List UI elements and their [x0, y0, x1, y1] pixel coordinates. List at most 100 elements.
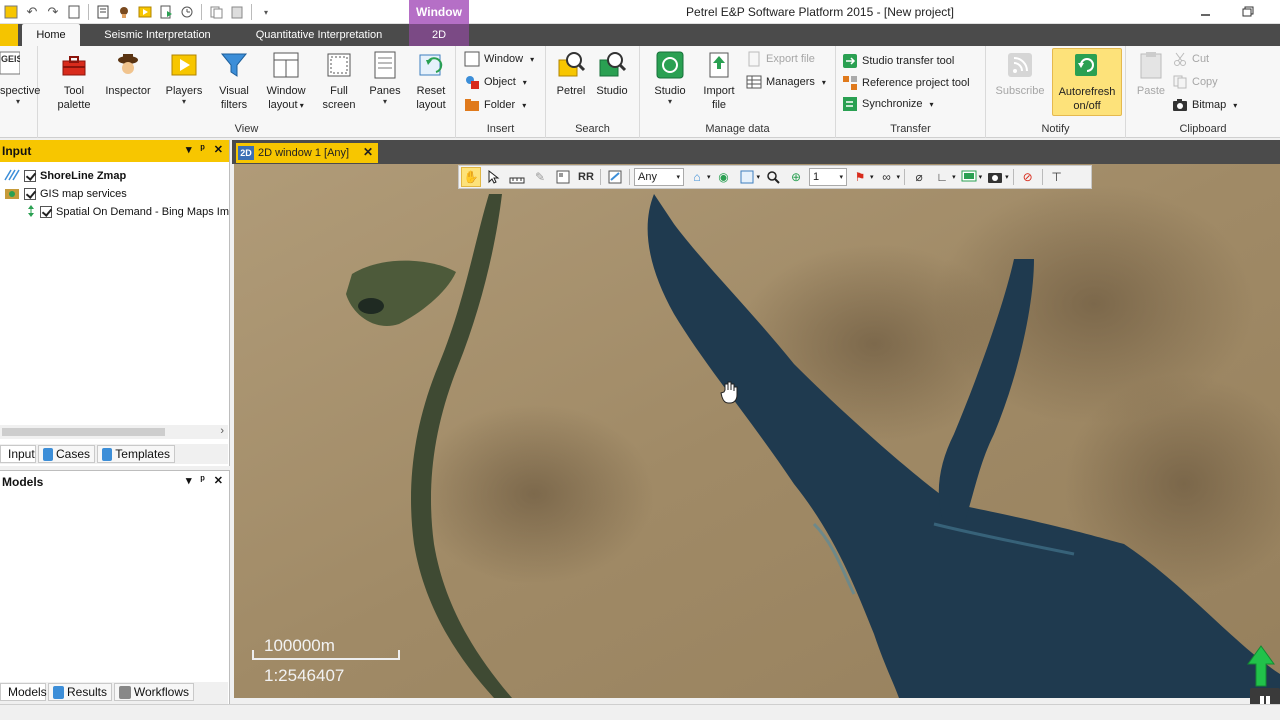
- copy-icon[interactable]: [207, 3, 225, 21]
- properties-icon[interactable]: [605, 167, 625, 187]
- home-view-icon[interactable]: ⌂: [687, 167, 707, 187]
- search-petrel-button[interactable]: Petrel: [552, 50, 590, 98]
- pin-icon[interactable]: ᵖ: [200, 143, 204, 156]
- inspector-icon[interactable]: [115, 3, 133, 21]
- tab-home[interactable]: Home: [22, 24, 80, 46]
- redo-icon[interactable]: ↷: [44, 3, 62, 21]
- close-tab-icon[interactable]: ✕: [363, 145, 373, 159]
- visibility-checkbox[interactable]: [24, 188, 36, 200]
- inspector-button[interactable]: Inspector: [100, 50, 156, 98]
- undo-icon[interactable]: ↶: [23, 3, 41, 21]
- panes-dropdown-icon: ▾: [382, 97, 387, 106]
- insert-folder-button[interactable]: Folder ▾: [464, 95, 526, 115]
- insert-object-button[interactable]: Object ▾: [464, 72, 527, 92]
- app-menu-icon[interactable]: [2, 3, 20, 21]
- tab-2d[interactable]: 2D: [409, 24, 469, 46]
- no-pick-icon[interactable]: ⊘: [1018, 167, 1038, 187]
- insert-window-button[interactable]: Window ▾: [464, 49, 534, 69]
- green-up-arrow-icon[interactable]: [1246, 644, 1276, 688]
- qat-separator: [201, 4, 202, 20]
- target-icon[interactable]: ⊕: [786, 167, 806, 187]
- tab-workflows[interactable]: Workflows: [114, 683, 194, 701]
- minimize-icon[interactable]: [1196, 3, 1216, 21]
- reference-project-tool-button[interactable]: Reference project tool: [842, 73, 970, 93]
- visibility-checkbox[interactable]: [40, 206, 52, 218]
- snapshot-camera-icon[interactable]: [985, 167, 1005, 187]
- tool-palette-label-1: Tool: [63, 85, 85, 97]
- subscribe-button[interactable]: Subscribe: [992, 50, 1048, 98]
- window-layout-button[interactable]: Window layout ▾: [260, 50, 312, 113]
- full-screen-button[interactable]: Full screen: [316, 50, 362, 112]
- tree-item-gis-map-services[interactable]: GIS map services: [4, 185, 127, 203]
- panes-button[interactable]: Panes ▾: [364, 50, 406, 106]
- pan-tool-icon[interactable]: ✋: [461, 167, 481, 187]
- horizontal-scrollbar[interactable]: ›: [0, 425, 228, 439]
- new-document-icon[interactable]: [65, 3, 83, 21]
- export-file-button[interactable]: Export file: [746, 49, 815, 69]
- tab-seismic-interpretation[interactable]: Seismic Interpretation: [90, 24, 225, 46]
- frame-icon[interactable]: [737, 167, 757, 187]
- paintbrush-icon[interactable]: ✎: [530, 167, 550, 187]
- map-canvas[interactable]: [234, 164, 1280, 698]
- display-icon[interactable]: [959, 167, 979, 187]
- select-tool-icon[interactable]: [484, 167, 504, 187]
- import-file-button[interactable]: Import file: [696, 50, 742, 112]
- bitmap-button[interactable]: Bitmap ▾: [1172, 95, 1237, 115]
- panel-menu-icon[interactable]: ▾: [186, 474, 192, 487]
- tab-models[interactable]: Models: [0, 683, 47, 701]
- tree-item-shoreline-zmap[interactable]: ShoreLine Zmap: [4, 167, 126, 185]
- manage-studio-button[interactable]: Studio ▾: [648, 50, 692, 106]
- panel-menu-icon[interactable]: ▾: [186, 143, 192, 156]
- pin-icon[interactable]: ᵖ: [200, 474, 204, 487]
- managers-button[interactable]: Managers ▾: [746, 72, 826, 92]
- players-button[interactable]: Players ▾: [160, 50, 208, 106]
- close-icon[interactable]: ✕: [214, 143, 223, 156]
- synchronize-button[interactable]: Synchronize ▾: [842, 94, 934, 114]
- paste-button[interactable]: Paste: [1132, 50, 1170, 98]
- tab-file[interactable]: [0, 24, 18, 46]
- paste-icon[interactable]: [228, 3, 246, 21]
- tab-results[interactable]: Results: [48, 683, 112, 701]
- tab-input[interactable]: Input: [0, 445, 36, 463]
- reset-layout-label-2: layout: [416, 99, 446, 111]
- autorefresh-toggle-button[interactable]: Autorefresh on/off: [1052, 48, 1122, 116]
- rr-tool-icon[interactable]: RR: [576, 167, 596, 187]
- document-tab-2d-window[interactable]: 2D 2D window 1 [Any] ✕: [236, 143, 378, 163]
- layout-icon[interactable]: [553, 167, 573, 187]
- zoom-icon[interactable]: [763, 167, 783, 187]
- zoom-factor-select[interactable]: 1 ▾: [809, 168, 848, 186]
- map-toolbar: ✋ ✎ RR Any ▾ ⌂ ▾ ◉ ▾ ⊕ 1 ▾ ⚑ ▾ ∞ ▾ ⌀ ∟ ▾ ▾ ▾ ⊘…: [458, 165, 1092, 189]
- perspective-button[interactable]: GEIS spective ▾: [0, 50, 40, 106]
- copy-button[interactable]: Copy: [1172, 72, 1218, 92]
- tab-templates[interactable]: Templates: [97, 445, 175, 463]
- domain-select[interactable]: Any ▾: [634, 168, 684, 186]
- export-icon[interactable]: [157, 3, 175, 21]
- toolbar-separator: [1012, 169, 1014, 185]
- customize-qat-icon[interactable]: ▾: [257, 3, 275, 21]
- binoculars-icon[interactable]: ∞: [877, 167, 897, 187]
- studio-transfer-tool-button[interactable]: Studio transfer tool: [842, 51, 954, 71]
- reference-project-icon: [842, 75, 858, 91]
- toolbar-pin-icon[interactable]: ⊤: [1047, 167, 1067, 187]
- measure-tool-icon[interactable]: [507, 167, 527, 187]
- close-icon[interactable]: ✕: [214, 474, 223, 487]
- search-studio-button[interactable]: Studio: [592, 50, 632, 98]
- view-all-icon[interactable]: ◉: [714, 167, 734, 187]
- axis-icon[interactable]: ∟: [932, 167, 952, 187]
- player-icon[interactable]: [136, 3, 154, 21]
- visibility-checkbox[interactable]: [24, 170, 36, 182]
- eraser-icon[interactable]: ⌀: [909, 167, 929, 187]
- reset-layout-button[interactable]: Reset layout: [408, 50, 454, 112]
- scrollbar-thumb[interactable]: [2, 428, 165, 436]
- clock-icon[interactable]: [178, 3, 196, 21]
- project-settings-icon[interactable]: [94, 3, 112, 21]
- tool-palette-button[interactable]: Tool palette: [48, 50, 100, 112]
- restore-icon[interactable]: [1238, 3, 1258, 21]
- tree-item-spatial-on-demand[interactable]: Spatial On Demand - Bing Maps Im: [26, 203, 229, 221]
- scroll-right-icon[interactable]: ›: [220, 425, 224, 437]
- well-symbol-icon[interactable]: ⚑: [850, 167, 870, 187]
- visual-filters-button[interactable]: Visual filters: [210, 50, 258, 112]
- tab-quantitative-interpretation[interactable]: Quantitative Interpretation: [238, 24, 400, 46]
- tab-cases[interactable]: Cases: [38, 445, 95, 463]
- cut-button[interactable]: Cut: [1172, 49, 1209, 69]
